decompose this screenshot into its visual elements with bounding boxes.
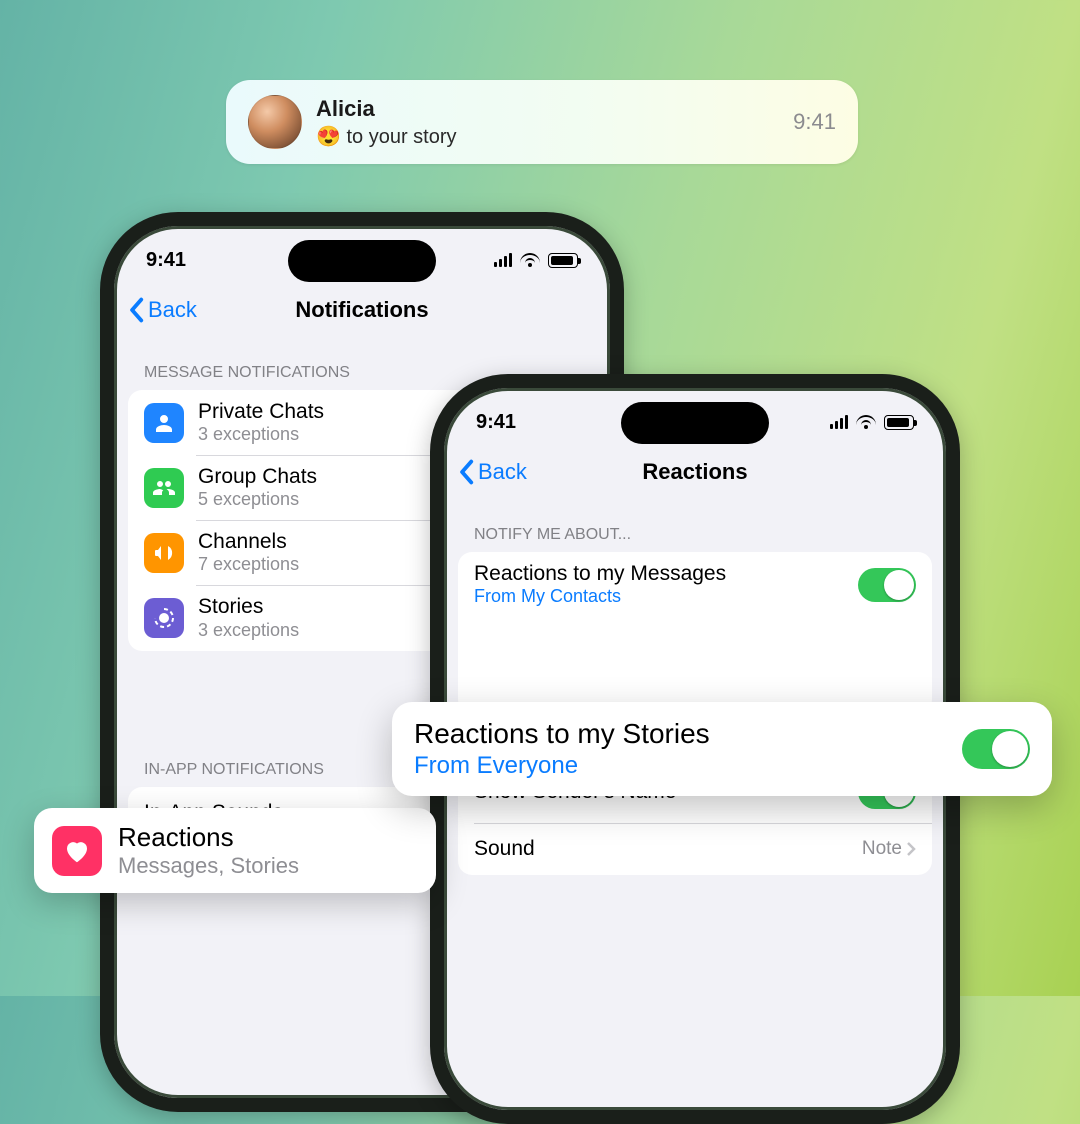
toggle-reactions-stories[interactable] [962, 729, 1030, 769]
row-subtitle: Messages, Stories [118, 853, 299, 879]
battery-icon [548, 253, 578, 268]
battery-icon [884, 415, 914, 430]
row-title: Sound [474, 837, 862, 861]
page-title: Notifications [295, 297, 428, 323]
status-time: 9:41 [146, 249, 186, 272]
avatar [248, 95, 302, 149]
status-bar: 9:41 [114, 226, 610, 284]
person-icon [144, 403, 184, 443]
back-button[interactable]: Back [458, 446, 527, 498]
toggle-reactions-messages[interactable] [858, 568, 916, 602]
notify-list: Reactions to my Messages From My Contact… [458, 552, 932, 713]
notification-sender: Alicia [316, 96, 457, 122]
row-subtitle: From Everyone [414, 752, 962, 780]
status-bar: 9:41 [444, 388, 946, 446]
row-reactions-popout[interactable]: Reactions Messages, Stories [34, 808, 436, 893]
stories-icon [144, 598, 184, 638]
group-icon [144, 468, 184, 508]
row-value: Note [862, 838, 902, 860]
status-time: 9:41 [476, 411, 516, 434]
section-header-notify: NOTIFY ME ABOUT... [444, 498, 946, 552]
row-sound[interactable]: Sound Note [458, 823, 932, 875]
megaphone-icon [144, 533, 184, 573]
heart-icon [52, 826, 102, 876]
page-title: Reactions [642, 459, 747, 485]
cellular-icon [494, 253, 512, 267]
nav-bar: Back Notifications [114, 284, 610, 336]
row-title: Reactions to my Stories [414, 718, 962, 750]
row-subtitle: From My Contacts [474, 586, 858, 607]
cellular-icon [830, 415, 848, 429]
notification-texts: Alicia 😍 to your story [316, 96, 457, 149]
chevron-right-icon [906, 841, 916, 857]
back-label: Back [478, 459, 527, 485]
chevron-left-icon [128, 297, 144, 323]
back-button[interactable]: Back [128, 284, 197, 336]
notification-body: 😍 to your story [316, 124, 457, 149]
status-indicators [494, 253, 578, 268]
back-label: Back [148, 297, 197, 323]
row-reactions-stories-popout[interactable]: Reactions to my Stories From Everyone [392, 702, 1052, 796]
wifi-icon [856, 415, 876, 429]
row-reactions-messages[interactable]: Reactions to my Messages From My Contact… [458, 552, 932, 617]
status-indicators [830, 415, 914, 430]
notification-time: 9:41 [793, 109, 836, 135]
nav-bar: Back Reactions [444, 446, 946, 498]
row-title: Reactions [118, 822, 299, 853]
wifi-icon [520, 253, 540, 267]
story-reaction-notification[interactable]: Alicia 😍 to your story 9:41 [226, 80, 858, 164]
chevron-left-icon [458, 459, 474, 485]
row-title: Reactions to my Messages [474, 562, 858, 586]
